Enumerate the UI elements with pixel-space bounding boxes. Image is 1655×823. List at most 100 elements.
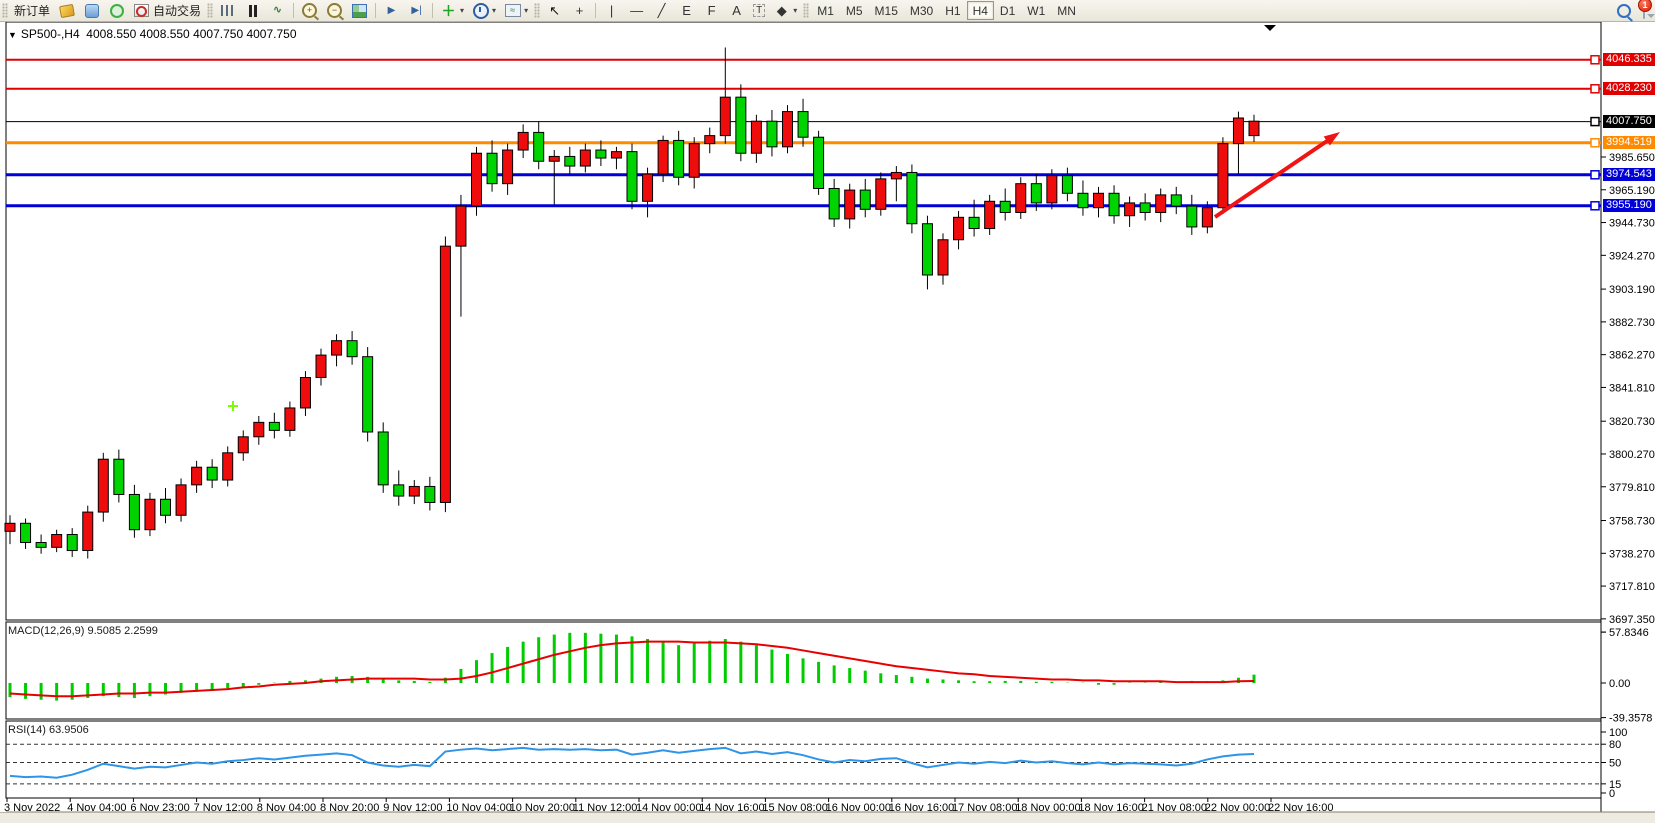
legend-collapse-icon[interactable]: ▼ <box>8 30 17 40</box>
timeframe-button-d1[interactable]: D1 <box>994 1 1021 20</box>
level-line-anchor[interactable] <box>1591 171 1599 179</box>
candle <box>254 422 264 436</box>
dropdown-caret-icon: ▾ <box>793 6 797 15</box>
price-tick-label: 3820.730 <box>1609 416 1655 428</box>
text-tool-button[interactable]: A <box>724 1 749 20</box>
candle <box>5 523 15 531</box>
periods-button[interactable]: ▾ <box>468 1 500 20</box>
add-indicator-button[interactable]: ＋▾ <box>436 1 468 20</box>
price-tick-label: 3779.810 <box>1609 482 1655 494</box>
cursor-icon: ↖ <box>546 3 563 18</box>
timeframe-button-w1[interactable]: W1 <box>1021 1 1051 20</box>
candle <box>145 499 155 529</box>
candle <box>783 112 793 147</box>
autotrading-icon <box>134 4 149 17</box>
add-indicator-icon: ＋ <box>440 3 457 18</box>
tile-windows-icon <box>352 4 367 18</box>
timeframe-button-m5[interactable]: M5 <box>840 1 869 20</box>
candle <box>627 152 637 202</box>
toolbar-grip[interactable] <box>2 3 8 18</box>
price-tick-label: 3800.270 <box>1609 449 1655 461</box>
timeframe-button-h1[interactable]: H1 <box>939 1 966 20</box>
toolbar-grip[interactable] <box>207 3 213 18</box>
timeframe-button-m1[interactable]: M1 <box>811 1 840 20</box>
candle <box>658 140 668 174</box>
timeframe-button-m30[interactable]: M30 <box>904 1 939 20</box>
candlestick-mode-button[interactable] <box>240 1 265 20</box>
search-icon[interactable] <box>1617 4 1631 18</box>
bar-chart-mode-button[interactable] <box>215 1 240 20</box>
notifications-button[interactable]: 1 <box>1643 4 1645 18</box>
vertical-line-icon: | <box>603 3 620 18</box>
candle <box>1109 193 1119 215</box>
price-badge-3994.519: 3994.519 <box>1603 136 1655 149</box>
legend-symbol: SP500-,H4 <box>21 27 80 41</box>
timeframe-button-h4[interactable]: H4 <box>967 1 994 20</box>
arrows-tool-button[interactable]: ◆▾ <box>769 1 801 20</box>
new-order-button[interactable]: 新订单 <box>10 1 54 20</box>
price-badge-4028.230: 4028.230 <box>1603 82 1655 95</box>
tile-windows-button[interactable] <box>347 1 372 20</box>
expert-advisor-icon <box>85 4 99 18</box>
signals-button[interactable] <box>104 1 129 20</box>
level-line-anchor[interactable] <box>1591 118 1599 126</box>
candle <box>1233 118 1243 144</box>
candle <box>161 499 171 515</box>
candle <box>736 97 746 153</box>
horizontal-line-icon: — <box>628 3 645 18</box>
price-badge-4007.750: 4007.750 <box>1603 115 1655 128</box>
autotrading-button[interactable]: 自动交易 <box>129 1 205 20</box>
level-line-anchor[interactable] <box>1591 202 1599 210</box>
candle <box>798 112 808 138</box>
candle <box>1202 208 1212 227</box>
vertical-line-tool-button[interactable]: | <box>599 1 624 20</box>
cursor-tool-button[interactable]: ↖ <box>542 1 567 20</box>
price-tick-label: 3924.270 <box>1609 250 1655 262</box>
candlestick-icon <box>247 5 259 17</box>
rsi-scale-label: 0 <box>1609 788 1615 800</box>
toolbar-grip[interactable] <box>534 3 540 18</box>
chart-shift-button[interactable]: ▶| <box>404 1 429 20</box>
level-line-anchor[interactable] <box>1591 85 1599 93</box>
expert-advisors-button[interactable] <box>79 1 104 20</box>
price-tick-label: 3965.190 <box>1609 185 1655 197</box>
candle <box>534 132 544 161</box>
templates-button[interactable]: ≈▾ <box>500 1 532 20</box>
candle <box>378 432 388 485</box>
channel-tool-button[interactable]: E <box>674 1 699 20</box>
price-tick-label: 3862.270 <box>1609 350 1655 362</box>
candle <box>1016 184 1026 213</box>
price-tick-label: 3882.730 <box>1609 317 1655 329</box>
depth-of-market-button[interactable] <box>54 1 79 20</box>
timeframe-button-m15[interactable]: M15 <box>869 1 904 20</box>
trendline-tool-button[interactable]: ╱ <box>649 1 674 20</box>
template-icon: ≈ <box>505 4 521 17</box>
chart-canvas[interactable]: 3985.6503965.1903944.7303924.2703903.190… <box>0 22 1655 823</box>
crosshair-tool-button[interactable]: + <box>567 1 592 20</box>
auto-scroll-button[interactable]: ▶ <box>379 1 404 20</box>
candle <box>705 136 715 144</box>
level-line-anchor[interactable] <box>1591 139 1599 147</box>
toolbar-grip[interactable] <box>803 3 809 18</box>
candle <box>643 174 653 201</box>
timeframe-button-mn[interactable]: MN <box>1051 1 1082 20</box>
macd-scale-label: 57.8346 <box>1609 627 1649 639</box>
price-badge-3974.543: 3974.543 <box>1603 168 1655 181</box>
zoom-out-icon: − <box>327 3 342 18</box>
zoom-out-button[interactable]: − <box>322 1 347 20</box>
zoom-in-button[interactable]: + <box>297 1 322 20</box>
candle <box>891 172 901 178</box>
line-chart-mode-button[interactable]: ∿ <box>265 1 290 20</box>
candle <box>394 485 404 496</box>
candle <box>363 357 373 432</box>
equidistant-channel-icon: E <box>678 3 695 18</box>
candle <box>1156 195 1166 213</box>
new-order-label: 新订单 <box>14 2 50 19</box>
horizontal-line-tool-button[interactable]: — <box>624 1 649 20</box>
main-toolbar: 新订单 自动交易 ∿ + − ▶ ▶| ＋▾ ▾ ≈▾ ↖ + | — ╱ E … <box>0 0 1655 22</box>
fibonacci-tool-button[interactable]: F <box>699 1 724 20</box>
level-line-anchor[interactable] <box>1591 56 1599 64</box>
price-badge-4046.335: 4046.335 <box>1603 53 1655 66</box>
trading-terminal-window: { "toolbar": { "new_order_label": "新订单",… <box>0 0 1655 823</box>
label-tool-button[interactable]: T <box>749 1 769 20</box>
